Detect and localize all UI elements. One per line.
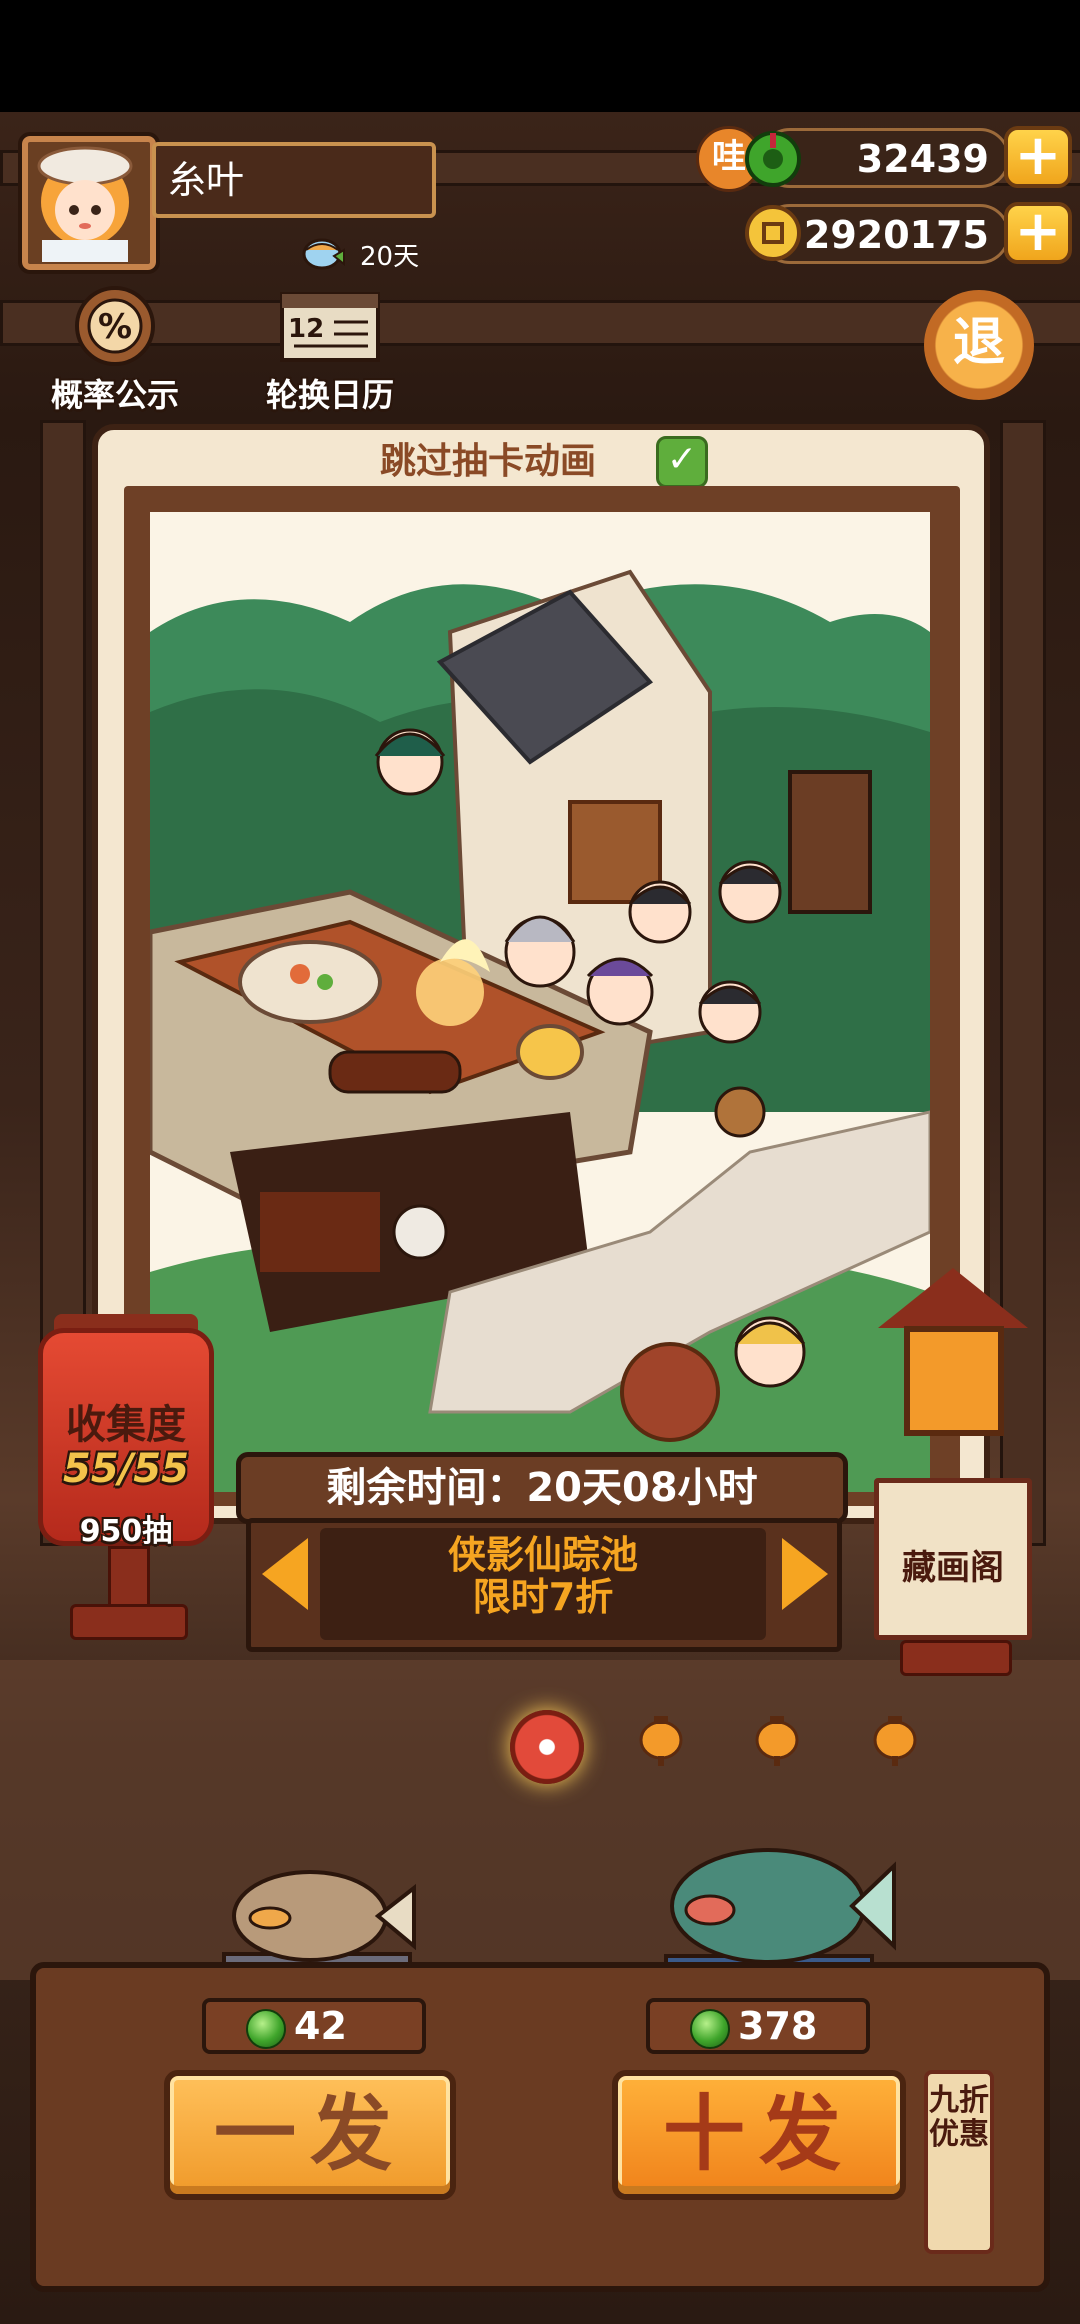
fish-bowl-icon xyxy=(302,238,345,270)
remaining-time: 剩余时间：20天08小时 xyxy=(236,1452,848,1524)
calendar-day: 12 xyxy=(288,314,325,344)
collection-draws: 950抽 xyxy=(79,1514,173,1549)
player-name: 糸叶 xyxy=(152,142,436,218)
card-artwork xyxy=(150,512,930,1492)
login-days: 20天 xyxy=(360,242,420,272)
prev-pool-arrow-icon[interactable] xyxy=(262,1538,308,1610)
svg-text:%: % xyxy=(98,307,132,347)
lantern-base xyxy=(70,1604,188,1640)
gem-icon xyxy=(246,2008,286,2049)
pool-name: 侠影仙踪池 限时7折 xyxy=(320,1528,766,1618)
collection-count: 55/55 xyxy=(63,1446,189,1492)
pool-indicator-lantern-icon[interactable] xyxy=(752,1712,802,1768)
single-pull-cost: 42 xyxy=(202,1998,426,2054)
calendar-button[interactable]: 12 轮换日历 xyxy=(250,286,410,414)
add-gems-button[interactable]: + xyxy=(1004,126,1072,188)
pool-indicator-lantern-icon[interactable] xyxy=(636,1712,686,1768)
pool-discount: 限时7折 xyxy=(472,1575,614,1619)
pool-indicator-active[interactable] xyxy=(510,1710,584,1784)
discount-tag: 九折优惠 xyxy=(924,2070,994,2254)
gem-icon xyxy=(745,131,801,187)
gallery-lamp xyxy=(904,1326,1004,1436)
exit-button[interactable]: 退 xyxy=(924,290,1034,400)
gem-icon xyxy=(690,2008,730,2049)
probability-label: 概率公示 xyxy=(50,376,179,414)
single-pull-cost-value: 42 xyxy=(294,2004,347,2048)
skip-animation-label: 跳过抽卡动画 xyxy=(380,441,597,482)
probability-button[interactable]: % 概率公示 xyxy=(40,280,190,414)
pool-title: 侠影仙踪池 xyxy=(447,1533,638,1577)
ten-pull-label: 十发 xyxy=(662,2087,855,2182)
ten-pull-cost: 378 xyxy=(646,1998,870,2054)
next-pool-arrow-icon[interactable] xyxy=(782,1538,828,1610)
coin-icon xyxy=(745,205,801,261)
pillar-right xyxy=(1000,420,1046,1546)
calendar-icon xyxy=(280,292,380,362)
single-pull-button[interactable]: 一发 xyxy=(164,2070,456,2200)
calendar-label: 轮换日历 xyxy=(265,376,394,414)
ten-pull-button[interactable]: 十发 xyxy=(612,2070,906,2200)
player-avatar[interactable] xyxy=(18,132,160,274)
percent-gear-icon: % xyxy=(75,286,155,366)
floor xyxy=(0,1660,1080,1980)
lantern-stand xyxy=(108,1546,150,1612)
pool-indicator-lantern-icon[interactable] xyxy=(870,1712,920,1768)
gallery-base xyxy=(900,1640,1012,1676)
add-coins-button[interactable]: + xyxy=(1004,202,1072,264)
single-pull-label: 一发 xyxy=(213,2087,406,2182)
ten-pull-cost-value: 378 xyxy=(738,2004,818,2048)
skip-animation-checkbox[interactable]: ✓ xyxy=(656,436,708,488)
avatar-portrait xyxy=(37,146,133,262)
collection-title: 收集度 xyxy=(66,1402,186,1448)
gallery-label: 藏画阁 xyxy=(902,1548,1004,1588)
kitchen-scene-illustration xyxy=(150,512,930,1492)
gacha-screen: 糸叶 20天 32439 哇 + 2920175 + % 概率公示 12 轮换日… xyxy=(0,0,1080,2324)
